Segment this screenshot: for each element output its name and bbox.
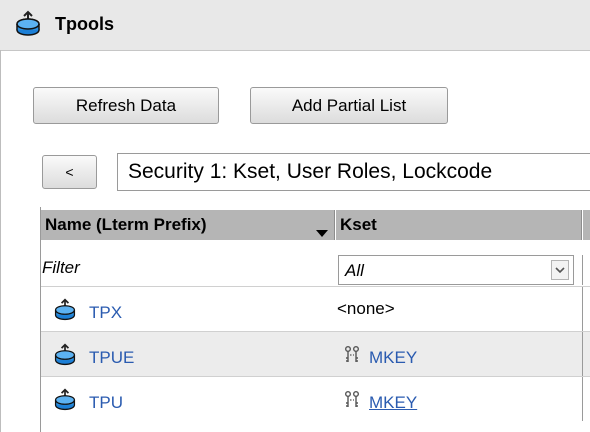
column-header-kset[interactable]: Kset: [336, 210, 582, 240]
row-kset-link[interactable]: MKEY: [369, 348, 417, 368]
kset-filter-select[interactable]: All: [338, 255, 574, 285]
kset-filter-value: All: [345, 261, 364, 280]
tpool-icon: [14, 10, 42, 43]
column-divider: [582, 332, 583, 376]
table-row[interactable]: TPX <none>: [41, 287, 590, 332]
panel-header: Tpools: [0, 0, 590, 51]
table-row[interactable]: TPU MKEY: [41, 377, 590, 422]
column-divider: [582, 287, 583, 331]
panel-border: [0, 50, 1, 432]
column-header-name-label: Name (Lterm Prefix): [45, 215, 207, 234]
tpool-icon: [53, 387, 77, 418]
panel-title: Tpools: [55, 14, 114, 34]
row-name-cell[interactable]: TPU: [53, 387, 123, 418]
row-kset-cell[interactable]: MKEY: [341, 344, 417, 371]
kset-icon: [341, 389, 363, 416]
row-name-link[interactable]: TPX: [89, 303, 122, 323]
name-filter-input[interactable]: Filter: [42, 258, 80, 278]
tpool-icon: [53, 342, 77, 373]
refresh-data-button[interactable]: Refresh Data: [33, 87, 219, 124]
row-name-link[interactable]: TPUE: [89, 348, 134, 368]
row-name-link[interactable]: TPU: [89, 393, 123, 413]
row-name-cell[interactable]: TPUE: [53, 342, 134, 373]
table-row[interactable]: TPUE MKEY: [41, 332, 590, 377]
row-kset-cell: <none>: [337, 299, 395, 319]
column-header-kset-label: Kset: [340, 215, 377, 234]
previous-view-button[interactable]: <: [42, 155, 97, 189]
column-header-overflow: [583, 210, 590, 240]
filter-overflow: [582, 255, 590, 285]
view-selector[interactable]: Security 1: Kset, User Roles, Lockcode: [117, 153, 590, 191]
row-name-cell[interactable]: TPX: [53, 297, 122, 328]
sort-desc-icon[interactable]: [316, 223, 328, 243]
column-divider: [582, 377, 583, 421]
row-kset-value: <none>: [337, 299, 395, 318]
row-kset-cell[interactable]: MKEY: [341, 389, 417, 416]
row-kset-link[interactable]: MKEY: [369, 393, 417, 413]
chevron-down-icon[interactable]: [551, 260, 569, 280]
tpool-icon: [53, 297, 77, 328]
add-partial-list-button[interactable]: Add Partial List: [250, 87, 448, 124]
column-header-name[interactable]: Name (Lterm Prefix): [41, 210, 335, 240]
kset-icon: [341, 344, 363, 371]
